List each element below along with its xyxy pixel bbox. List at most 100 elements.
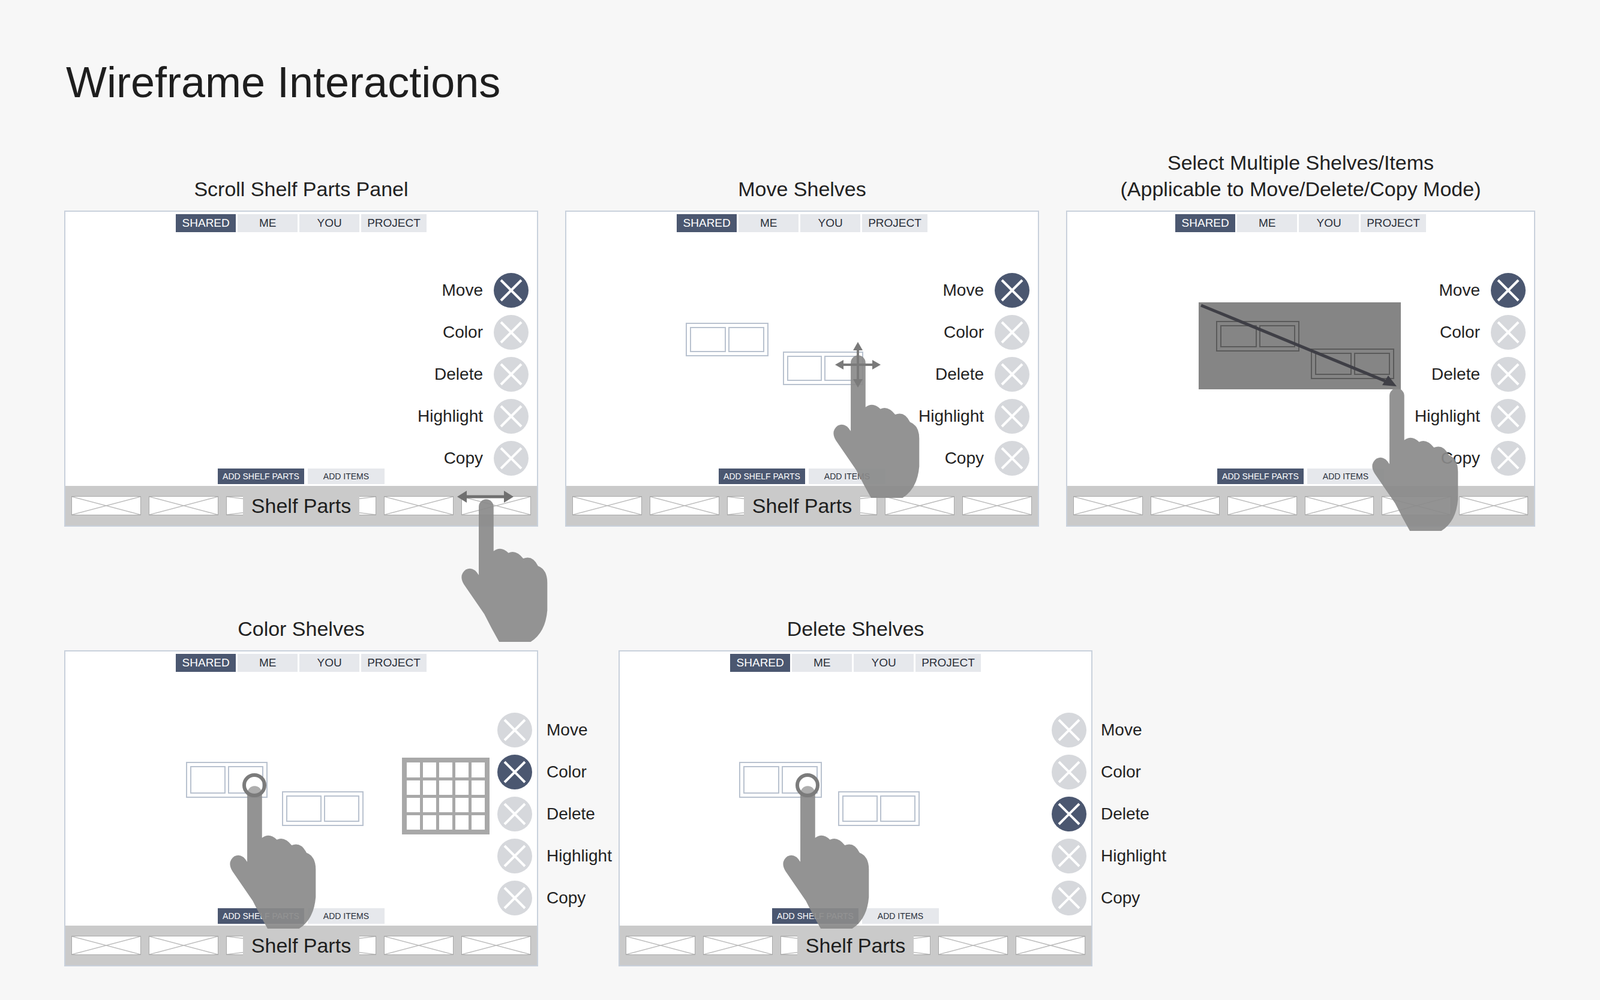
part-thumbnail[interactable] <box>572 496 642 516</box>
action-button-icon[interactable] <box>493 314 529 350</box>
tab[interactable]: SHARED <box>730 653 791 672</box>
action-button-icon[interactable] <box>1051 838 1087 874</box>
action-item[interactable]: Move <box>943 272 1030 308</box>
add-button[interactable]: ADD ITEMS <box>307 908 385 924</box>
tab[interactable]: PROJECT <box>361 214 427 233</box>
action-button-icon[interactable] <box>493 272 529 308</box>
action-item[interactable]: Highlight <box>497 838 612 874</box>
shelf[interactable] <box>1216 320 1300 352</box>
add-button[interactable]: ADD SHELF PARTS <box>718 468 806 485</box>
action-item[interactable]: Highlight <box>1051 838 1167 874</box>
part-thumbnail[interactable] <box>148 935 219 956</box>
action-item[interactable]: Color <box>943 314 1030 350</box>
color-swatch[interactable] <box>406 797 420 813</box>
shelf[interactable] <box>1310 348 1395 380</box>
color-swatch[interactable] <box>439 815 453 830</box>
action-button-icon[interactable] <box>994 398 1030 434</box>
color-swatch[interactable] <box>406 815 420 830</box>
part-thumbnail[interactable] <box>461 935 531 956</box>
action-item[interactable]: Copy <box>497 880 586 916</box>
canvas[interactable] <box>566 232 1038 469</box>
color-swatch[interactable] <box>422 780 437 795</box>
part-thumbnail[interactable] <box>383 496 454 516</box>
shelf-parts-bar[interactable]: Shelf Parts <box>65 925 537 966</box>
action-button-icon[interactable] <box>493 440 529 476</box>
part-thumbnail[interactable]: Shelf Parts <box>226 496 377 516</box>
part-thumbnail[interactable] <box>383 935 454 956</box>
tab[interactable]: YOU <box>1298 214 1359 233</box>
action-item[interactable]: Highlight <box>1414 398 1526 434</box>
action-item[interactable]: Copy <box>443 440 529 476</box>
action-button-icon[interactable] <box>1051 880 1087 916</box>
shelf-parts-bar[interactable] <box>1067 485 1535 526</box>
action-item[interactable]: Delete <box>935 356 1030 392</box>
tab[interactable]: PROJECT <box>361 653 427 672</box>
shelf-parts-bar[interactable]: Shelf Parts <box>619 925 1092 966</box>
shelf-parts-bar[interactable]: Shelf Parts <box>566 485 1038 526</box>
part-thumbnail[interactable] <box>1150 496 1221 516</box>
color-swatch[interactable] <box>471 797 485 813</box>
action-button-icon[interactable] <box>1490 314 1526 350</box>
action-button-icon[interactable] <box>497 838 533 874</box>
tab[interactable]: SHARED <box>175 214 236 233</box>
color-swatch[interactable] <box>406 780 420 795</box>
canvas[interactable] <box>65 232 537 469</box>
tab[interactable]: ME <box>738 214 799 233</box>
part-thumbnail[interactable] <box>148 496 219 516</box>
action-button-icon[interactable] <box>1051 796 1087 832</box>
part-thumbnail[interactable] <box>649 496 720 516</box>
tab[interactable]: ME <box>237 214 298 233</box>
tab[interactable]: YOU <box>853 653 914 672</box>
action-button-icon[interactable] <box>994 314 1030 350</box>
action-button-icon[interactable] <box>497 712 533 748</box>
add-button[interactable]: ADD ITEMS <box>1307 468 1385 485</box>
add-button[interactable]: ADD SHELF PARTS <box>1217 468 1304 485</box>
part-thumbnail[interactable]: Shelf Parts <box>727 496 878 516</box>
action-item[interactable]: Delete <box>1431 356 1526 392</box>
part-thumbnail[interactable] <box>1459 496 1529 516</box>
action-button-icon[interactable] <box>994 440 1030 476</box>
tab[interactable]: YOU <box>299 214 360 233</box>
part-thumbnail[interactable] <box>1227 496 1298 516</box>
action-item[interactable]: Copy <box>944 440 1030 476</box>
action-button-icon[interactable] <box>994 272 1030 308</box>
action-button-icon[interactable] <box>1490 356 1526 392</box>
action-button-icon[interactable] <box>1051 754 1087 790</box>
action-button-icon[interactable] <box>493 356 529 392</box>
tab[interactable]: YOU <box>800 214 861 233</box>
action-button-icon[interactable] <box>1490 440 1526 476</box>
action-item[interactable]: Highlight <box>918 398 1030 434</box>
color-swatch[interactable] <box>422 815 437 830</box>
action-button-icon[interactable] <box>493 398 529 434</box>
color-swatch[interactable] <box>439 780 453 795</box>
action-button-icon[interactable] <box>497 796 533 832</box>
shelf[interactable] <box>685 322 769 357</box>
color-swatch[interactable] <box>406 762 420 777</box>
part-thumbnail[interactable] <box>1015 935 1086 956</box>
action-item[interactable]: Move <box>1051 712 1142 748</box>
action-button-icon[interactable] <box>994 356 1030 392</box>
color-swatch[interactable] <box>422 762 437 777</box>
color-swatch[interactable] <box>455 815 469 830</box>
tab[interactable]: PROJECT <box>1360 214 1427 233</box>
action-item[interactable]: Color <box>497 754 587 790</box>
tab[interactable]: SHARED <box>1175 214 1236 233</box>
action-item[interactable]: Delete <box>497 796 596 832</box>
action-item[interactable]: Highlight <box>417 398 529 434</box>
tab[interactable]: ME <box>237 653 298 672</box>
shelf[interactable] <box>281 791 364 827</box>
part-thumbnail[interactable] <box>703 935 773 956</box>
part-thumbnail[interactable] <box>625 935 696 956</box>
action-item[interactable]: Color <box>1439 314 1526 350</box>
action-button-icon[interactable] <box>1051 712 1087 748</box>
action-button-icon[interactable] <box>497 880 533 916</box>
part-thumbnail[interactable] <box>71 496 141 516</box>
color-palette[interactable] <box>401 757 490 835</box>
tab[interactable]: PROJECT <box>915 653 981 672</box>
color-swatch[interactable] <box>471 780 485 795</box>
tab[interactable]: SHARED <box>676 214 737 233</box>
color-swatch[interactable] <box>422 797 437 813</box>
part-thumbnail[interactable] <box>884 496 955 516</box>
action-item[interactable]: Color <box>442 314 529 350</box>
add-button[interactable]: ADD SHELF PARTS <box>217 468 305 485</box>
